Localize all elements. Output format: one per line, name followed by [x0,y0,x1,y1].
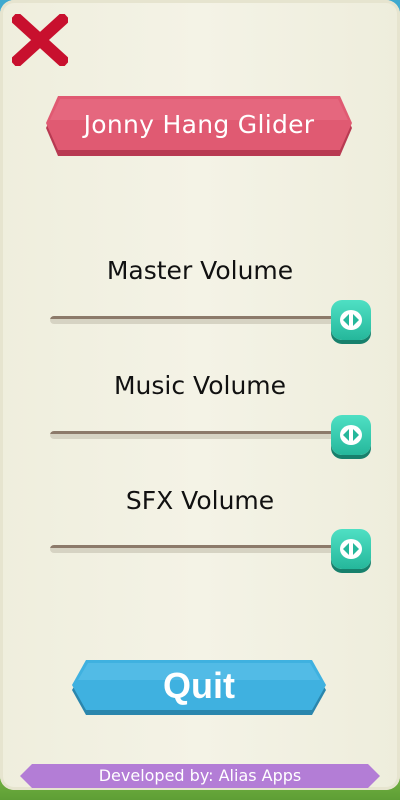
master-volume-knob[interactable] [331,300,371,344]
arrows-left-right-icon [340,539,362,559]
arrows-left-right-icon [340,310,362,330]
close-button[interactable] [9,11,71,69]
game-title: Jonny Hang Glider [83,110,315,139]
close-icon [9,11,71,69]
title-banner: Jonny Hang Glider [44,96,354,158]
settings-panel: Jonny Hang Glider Master Volume Music Vo… [0,0,400,790]
music-volume-label: Music Volume [113,371,287,400]
sfx-volume-knob[interactable] [331,529,371,573]
music-volume-knob[interactable] [331,415,371,459]
quit-button[interactable]: Quit [70,660,328,716]
arrows-left-right-icon [340,425,362,445]
quit-label: Quit [163,665,235,706]
sfx-volume-label: SFX Volume [125,486,275,515]
master-volume-track[interactable] [50,316,350,324]
developer-credit-banner: Developed by: Alias Apps [20,764,380,788]
sfx-volume-track[interactable] [50,545,350,553]
master-volume-label: Master Volume [106,256,294,285]
developer-credit: Developed by: Alias Apps [98,766,302,785]
music-volume-track[interactable] [50,431,350,439]
